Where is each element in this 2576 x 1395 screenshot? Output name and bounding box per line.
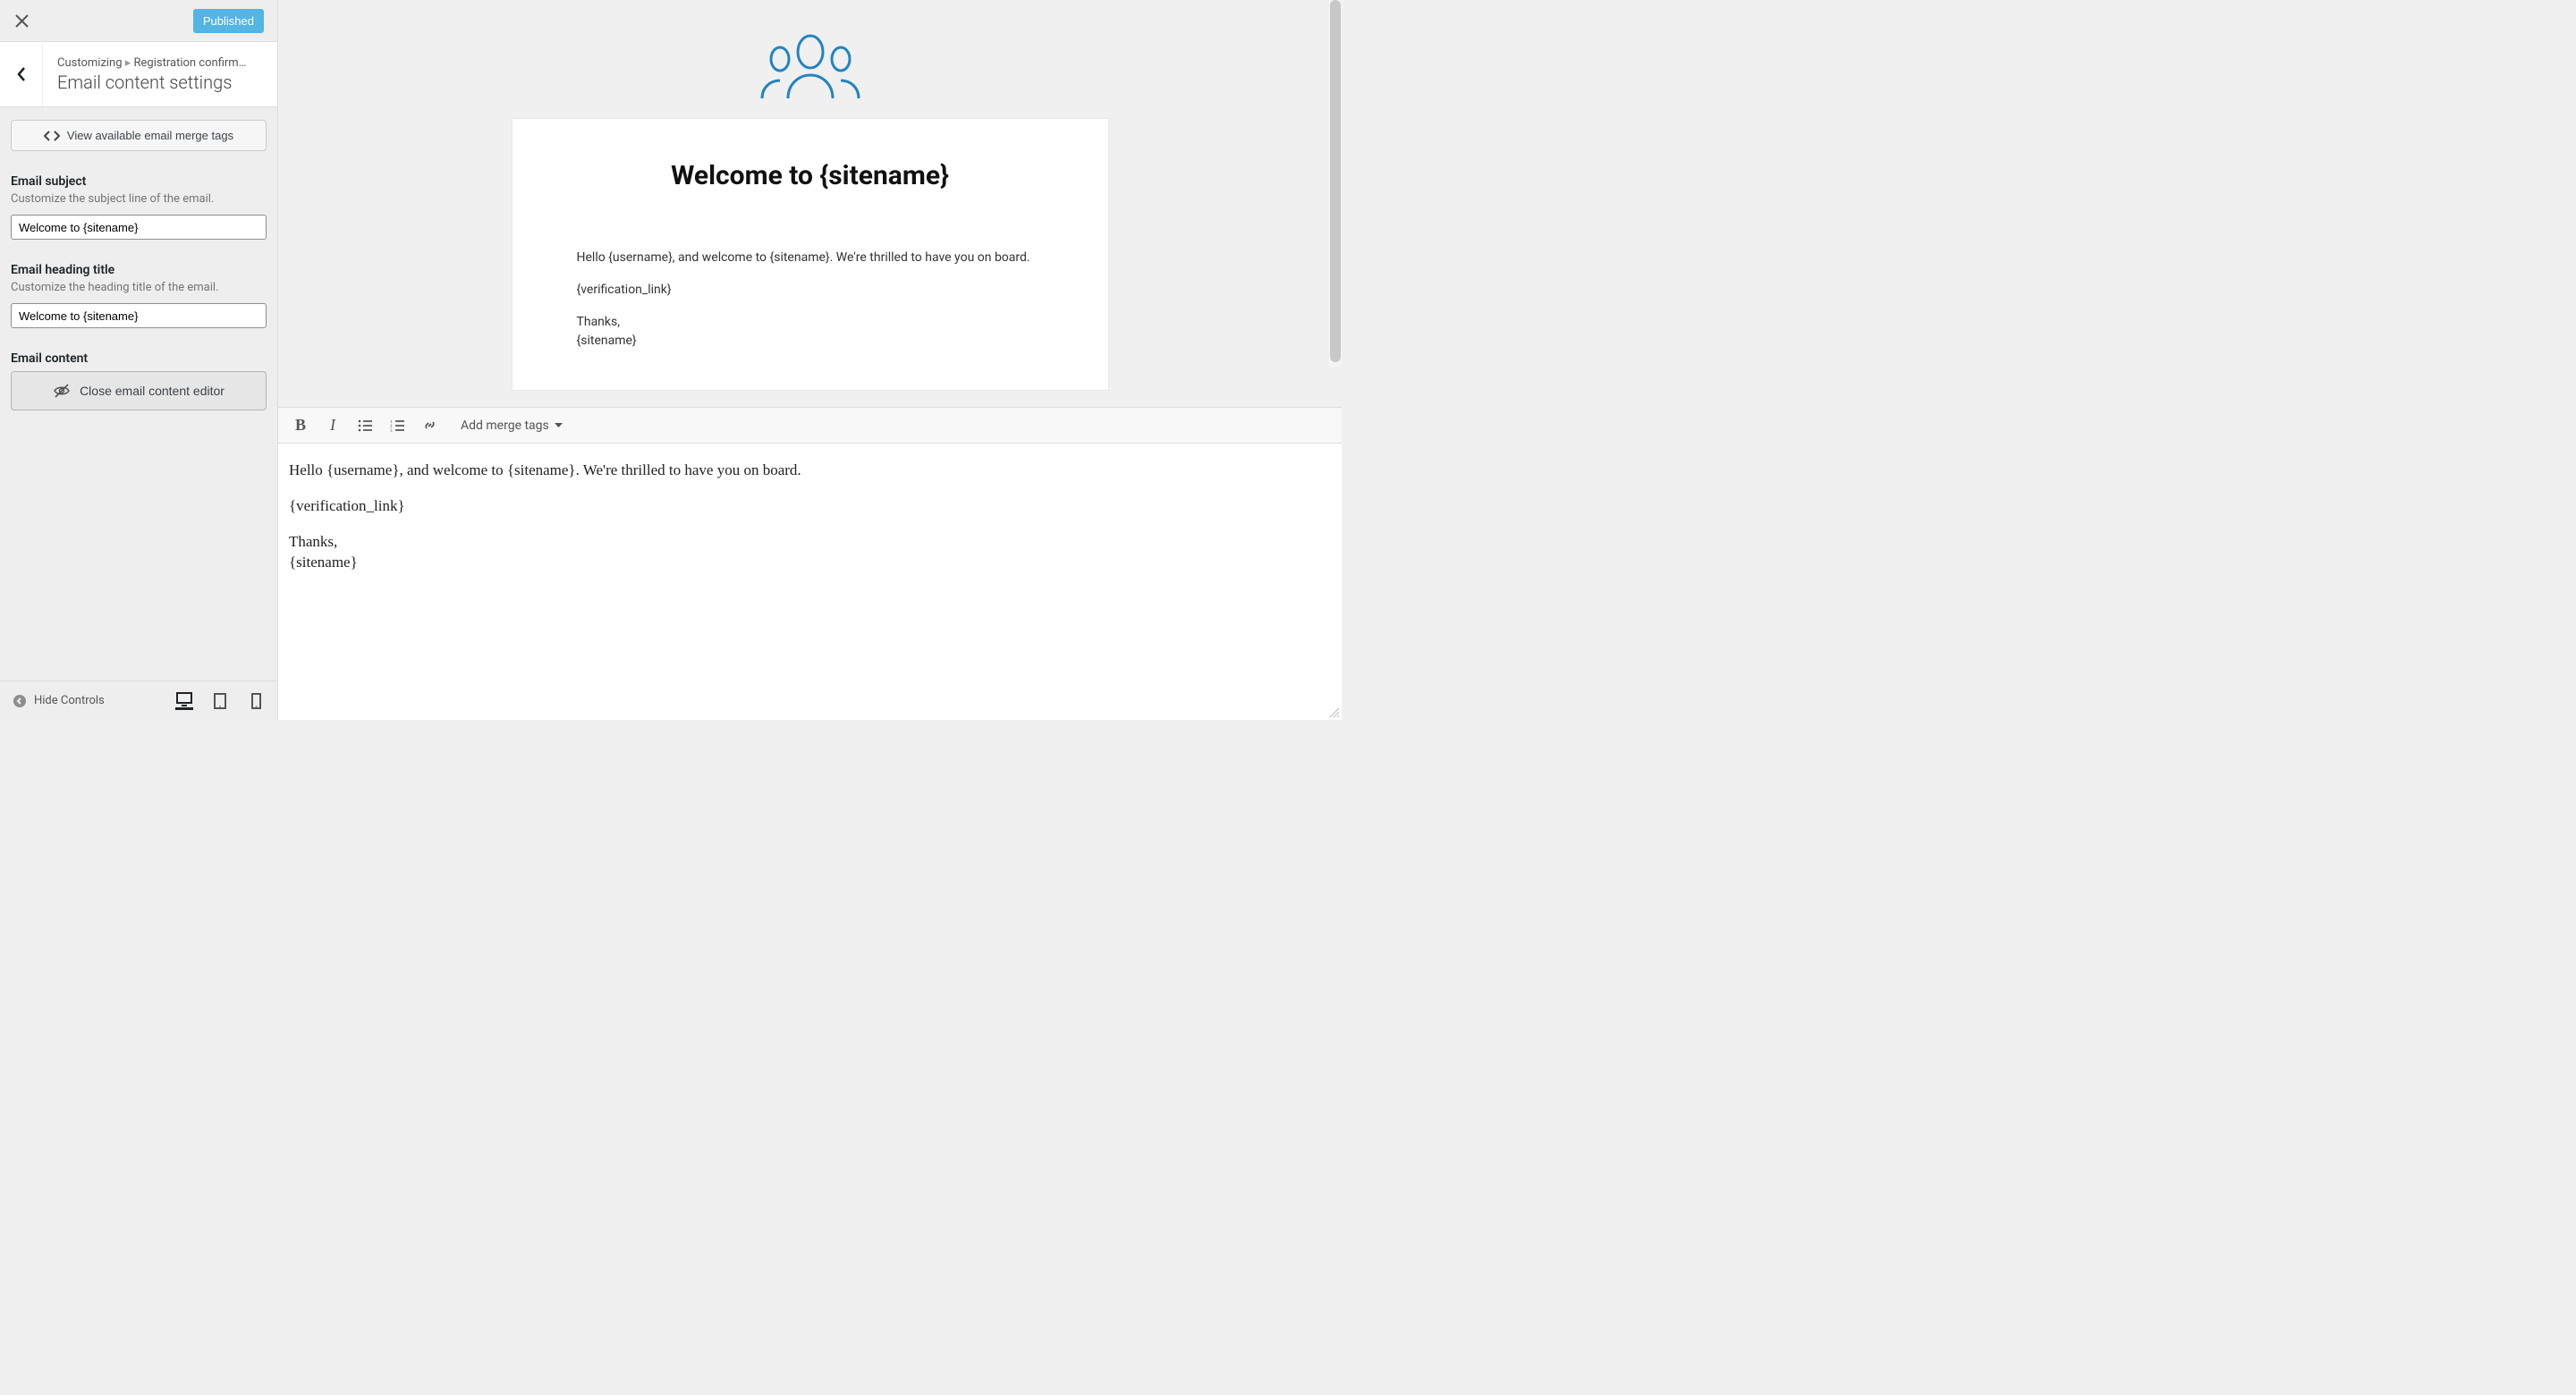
email-subject-label: Email subject (11, 174, 267, 189)
email-subject-desc: Customize the subject line of the email. (11, 192, 267, 206)
email-content-label: Email content (11, 351, 267, 366)
device-preview-toggles (175, 692, 265, 710)
scrollbar-thumb[interactable] (1330, 0, 1341, 362)
collapse-left-icon (13, 694, 27, 708)
breadcrumb-page: Registration confirm… (134, 56, 247, 70)
desktop-icon (176, 692, 192, 706)
breadcrumb-separator-icon: ▸ (125, 56, 134, 70)
section-title: Email content settings (57, 72, 267, 93)
link-button[interactable] (416, 412, 443, 439)
merge-tags-label: View available email merge tags (67, 129, 233, 142)
view-merge-tags-button[interactable]: View available email merge tags (11, 120, 267, 151)
editor-toolbar: B I 123 Add merge tags (278, 408, 1342, 444)
caret-down-icon (555, 423, 563, 428)
chevron-left-icon (16, 66, 27, 82)
content-editor: B I 123 Add merge tags Hello {username},… (278, 407, 1342, 720)
eye-slash-icon (53, 384, 71, 398)
hide-controls-button[interactable]: Hide Controls (13, 694, 105, 708)
add-merge-tags-label: Add merge tags (461, 418, 549, 433)
close-icon (15, 14, 29, 28)
grip-icon (1327, 706, 1340, 718)
email-preview-para: Hello {username}, and welcome to {sitena… (577, 249, 1044, 267)
sidebar-top-row: Published (0, 0, 277, 41)
device-tablet-button[interactable] (211, 692, 229, 710)
bulleted-list-button[interactable] (352, 412, 378, 439)
publish-button[interactable]: Published (193, 9, 264, 33)
sidebar-header: Customizing ▸ Registration confirm… Emai… (0, 41, 277, 107)
back-button[interactable] (0, 42, 43, 106)
email-preview-para: Thanks, {sitename} (577, 313, 1044, 351)
close-editor-label: Close email content editor (80, 384, 225, 398)
numbered-list-button[interactable]: 123 (384, 412, 411, 439)
sidebar-body: View available email merge tags Email su… (0, 107, 277, 681)
device-desktop-button[interactable] (175, 692, 193, 710)
email-logo (758, 32, 863, 100)
close-customizer-button[interactable] (0, 0, 43, 41)
email-heading-label: Email heading title (11, 263, 267, 277)
add-merge-tags-dropdown[interactable]: Add merge tags (453, 415, 570, 436)
editor-line: Hello {username}, and welcome to {sitena… (289, 460, 1331, 481)
list-ul-icon (358, 419, 372, 432)
breadcrumb-prefix: Customizing (57, 56, 123, 70)
email-preview-para: {verification_link} (577, 281, 1044, 300)
email-preview-card: Welcome to {sitename} Hello {username}, … (512, 118, 1109, 391)
email-preview-body: Hello {username}, and welcome to {sitena… (577, 249, 1044, 351)
link-icon (422, 418, 437, 433)
email-subject-block: Email subject Customize the subject line… (11, 174, 267, 240)
resize-handle[interactable] (1327, 706, 1340, 718)
tablet-icon (214, 693, 226, 709)
mobile-icon (251, 693, 261, 709)
email-heading-desc: Customize the heading title of the email… (11, 281, 267, 294)
header-text: Customizing ▸ Registration confirm… Emai… (43, 42, 277, 106)
italic-button[interactable]: I (319, 412, 346, 439)
close-editor-button[interactable]: Close email content editor (11, 371, 267, 410)
email-content-block: Email content Close email content editor (11, 351, 267, 410)
vertical-scrollbar[interactable] (1329, 0, 1342, 367)
breadcrumb: Customizing ▸ Registration confirm… (57, 56, 263, 70)
bold-button[interactable]: B (287, 412, 314, 439)
list-ol-icon: 123 (390, 419, 404, 432)
hide-controls-label: Hide Controls (34, 694, 105, 707)
customizer-sidebar: Published Customizing ▸ Registration con… (0, 0, 278, 720)
email-subject-input[interactable] (11, 215, 267, 240)
email-preview-title: Welcome to {sitename} (577, 160, 1044, 191)
people-icon (758, 32, 863, 100)
code-icon (44, 130, 60, 142)
editor-line: Thanks, {sitename} (289, 531, 1331, 574)
preview-top: Welcome to {sitename} Hello {username}, … (278, 0, 1342, 391)
email-heading-block: Email heading title Customize the headin… (11, 263, 267, 328)
preview-pane: Welcome to {sitename} Hello {username}, … (278, 0, 1342, 720)
svg-text:3: 3 (390, 429, 393, 432)
editor-line: {verification_link} (289, 495, 1331, 517)
device-mobile-button[interactable] (247, 692, 265, 710)
sidebar-footer: Hide Controls (0, 681, 277, 720)
editor-textarea[interactable]: Hello {username}, and welcome to {sitena… (278, 444, 1342, 720)
email-heading-input[interactable] (11, 303, 267, 328)
